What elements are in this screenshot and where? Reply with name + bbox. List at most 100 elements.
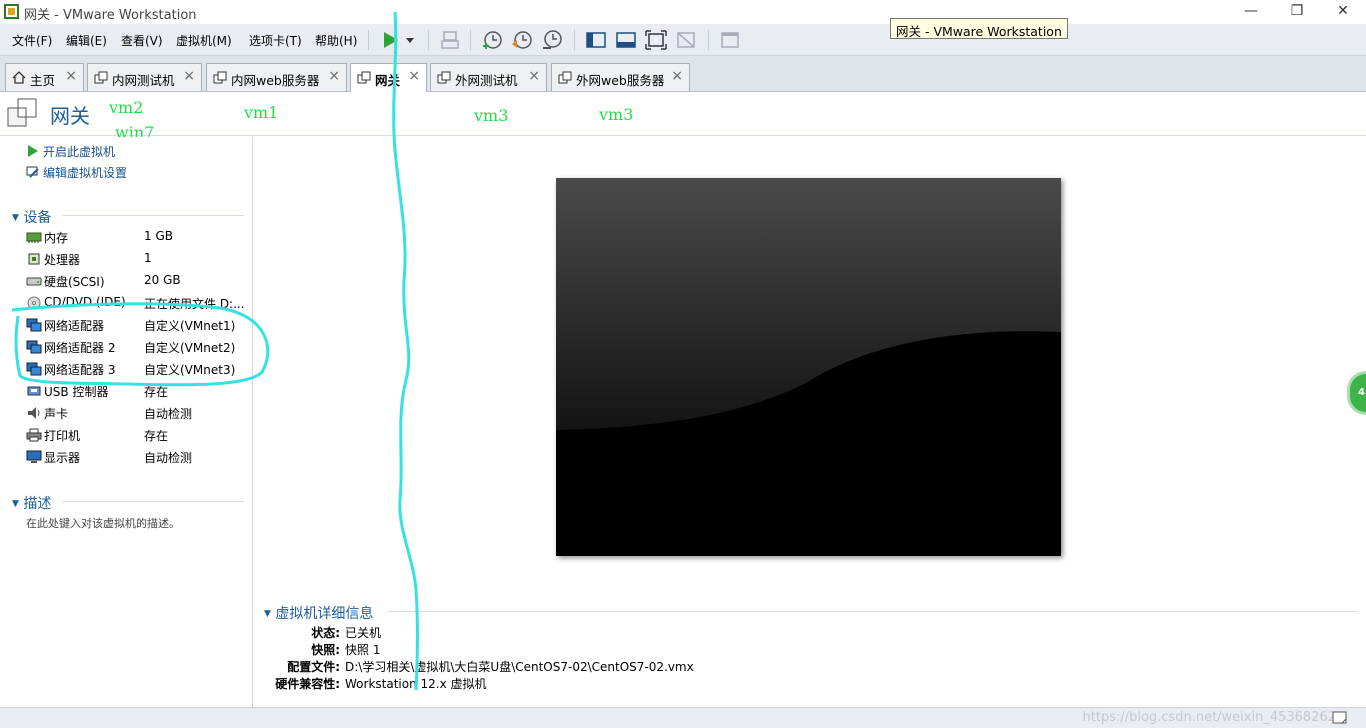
show-library-icon[interactable] (584, 28, 608, 52)
menu-help[interactable]: 帮助(H) (315, 32, 357, 49)
show-thumbnail-icon[interactable] (614, 28, 638, 52)
disk-icon (26, 277, 42, 286)
tab-label: 外网web服务器 (576, 73, 665, 88)
devices-section-header[interactable]: ▼ 设备 (12, 207, 51, 227)
tab-internal-test[interactable]: 内网测试机 × (87, 63, 202, 91)
menu-edit[interactable]: 编辑(E) (66, 32, 107, 49)
annotation-text: vm2 (109, 98, 144, 117)
menu-view[interactable]: 查看(V) (121, 32, 163, 49)
devices-title: 设备 (23, 210, 52, 226)
unity-icon[interactable] (674, 28, 698, 52)
details-section-header[interactable]: ▼ 虚拟机详细信息 (264, 603, 373, 623)
take-snapshot-icon[interactable] (480, 28, 504, 52)
device-name: 内存 (44, 231, 69, 245)
cpu-icon (28, 253, 40, 265)
tab-close-icon[interactable]: × (528, 68, 540, 84)
tab-close-icon[interactable]: × (328, 68, 340, 84)
home-icon (12, 71, 26, 84)
device-row[interactable]: CD/DVD (IDE) 正在使用文件 D:... (26, 293, 248, 313)
title-bar: 网关 - VMware Workstation — ❐ ✕ (0, 0, 1366, 24)
edit-settings-link[interactable]: 编辑虚拟机设置 (26, 164, 127, 181)
vm-icon (558, 71, 572, 84)
window-title: 网关 - VMware Workstation (24, 8, 197, 23)
tab-internal-web[interactable]: 内网web服务器 × (206, 63, 347, 91)
snapshot-manager-icon[interactable] (540, 28, 564, 52)
tab-close-icon[interactable]: × (183, 68, 195, 84)
device-name: 网络适配器 3 (44, 363, 116, 377)
power-on-icon[interactable] (378, 28, 402, 52)
tab-external-web[interactable]: 外网web服务器 × (551, 63, 690, 91)
maximize-button[interactable]: ❐ (1274, 0, 1320, 24)
device-value: 自动检测 (144, 451, 193, 465)
device-value: 存在 (144, 429, 169, 443)
device-value: 自定义(VMnet1) (144, 319, 236, 333)
power-dropdown-icon[interactable] (402, 28, 418, 52)
device-row[interactable]: 显示器 自动检测 (26, 447, 248, 467)
section-divider (62, 215, 244, 216)
detail-key: 硬件兼容性: (275, 677, 340, 691)
toolbar-separator (428, 30, 429, 50)
tab-close-icon[interactable]: × (65, 68, 77, 84)
edit-settings-label: 编辑虚拟机设置 (43, 166, 128, 180)
device-row[interactable]: 网络适配器 3 自定义(VMnet3) (26, 359, 248, 379)
tab-label: 内网测试机 (112, 73, 175, 88)
tab-external-test[interactable]: 外网测试机 × (430, 63, 547, 91)
tab-close-icon[interactable]: × (671, 68, 683, 84)
device-name: 打印机 (44, 429, 81, 443)
annotation-text: vm1 (244, 103, 279, 122)
vmware-app-icon (4, 4, 19, 19)
printer-icon (26, 428, 42, 442)
annotation-text: vm3 (599, 105, 634, 124)
device-value: 20 GB (144, 273, 181, 287)
send-ctrl-alt-del-icon[interactable] (438, 28, 462, 52)
detail-key: 配置文件: (287, 660, 340, 674)
device-row[interactable]: 网络适配器 自定义(VMnet1) (26, 315, 248, 335)
details-title: 虚拟机详细信息 (275, 606, 374, 622)
device-value: 1 (144, 251, 152, 265)
display-icon (26, 450, 42, 463)
detail-value: D:\学习相关\虚拟机\大白菜U盘\CentOS7-02\CentOS7-02.… (345, 660, 694, 674)
section-divider (388, 611, 1358, 612)
device-row[interactable]: 网络适配器 2 自定义(VMnet2) (26, 337, 248, 357)
device-row[interactable]: USB 控制器 存在 (26, 381, 248, 401)
tab-home[interactable]: 主页 × (5, 63, 84, 91)
network-icon (26, 340, 42, 354)
device-row[interactable]: 内存 1 GB (26, 227, 248, 247)
menu-vm[interactable]: 虚拟机(M) (176, 32, 232, 49)
device-name: 网络适配器 2 (44, 341, 116, 355)
device-name: 显示器 (44, 451, 81, 465)
detail-row-snapshot: 快照: 快照 1 (254, 641, 1154, 658)
device-row[interactable]: 打印机 存在 (26, 425, 248, 445)
device-row[interactable]: 硬盘(SCSI) 20 GB (26, 271, 248, 291)
vm-main-panel: ▼ 虚拟机详细信息 状态: 已关机 快照: 快照 1 配置文件: D:\学习相关… (254, 137, 1366, 707)
toolbar-separator (368, 30, 369, 50)
device-row[interactable]: 声卡 自动检测 (26, 403, 248, 423)
message-icon[interactable] (1332, 711, 1348, 725)
fullscreen-icon[interactable] (644, 28, 668, 52)
watermark: https://blog.csdn.net/weixin_45368262 (1082, 710, 1336, 725)
console-view-icon[interactable] (718, 28, 742, 52)
close-button[interactable]: ✕ (1320, 0, 1366, 24)
vm-large-icon (7, 98, 37, 127)
menu-tabs[interactable]: 选项卡(T) (249, 32, 302, 49)
tab-gateway[interactable]: 网关 × (350, 63, 427, 92)
detail-key: 状态: (311, 626, 340, 640)
power-on-link[interactable]: 开启此虚拟机 (26, 143, 115, 160)
toolbar-separator (708, 30, 709, 50)
status-bar: https://blog.csdn.net/weixin_45368262 (0, 707, 1366, 728)
revert-snapshot-icon[interactable] (510, 28, 534, 52)
menu-file[interactable]: 文件(F) (12, 32, 52, 49)
minimize-button[interactable]: — (1228, 0, 1274, 24)
network-icon (26, 362, 42, 376)
vm-screen-preview[interactable] (556, 178, 1061, 556)
tab-label: 主页 (30, 73, 56, 88)
detail-key: 快照: (311, 643, 340, 657)
detail-row-state: 状态: 已关机 (254, 624, 1154, 641)
toolbar-separator (470, 30, 471, 50)
description-input[interactable]: 在此处键入对该虚拟机的描述。 (26, 515, 180, 531)
description-section-header[interactable]: ▼ 描述 (12, 493, 51, 513)
tab-label: 内网web服务器 (231, 73, 320, 88)
device-name: 硬盘(SCSI) (44, 275, 105, 289)
tab-close-icon[interactable]: × (408, 68, 420, 84)
device-row[interactable]: 处理器 1 (26, 249, 248, 269)
